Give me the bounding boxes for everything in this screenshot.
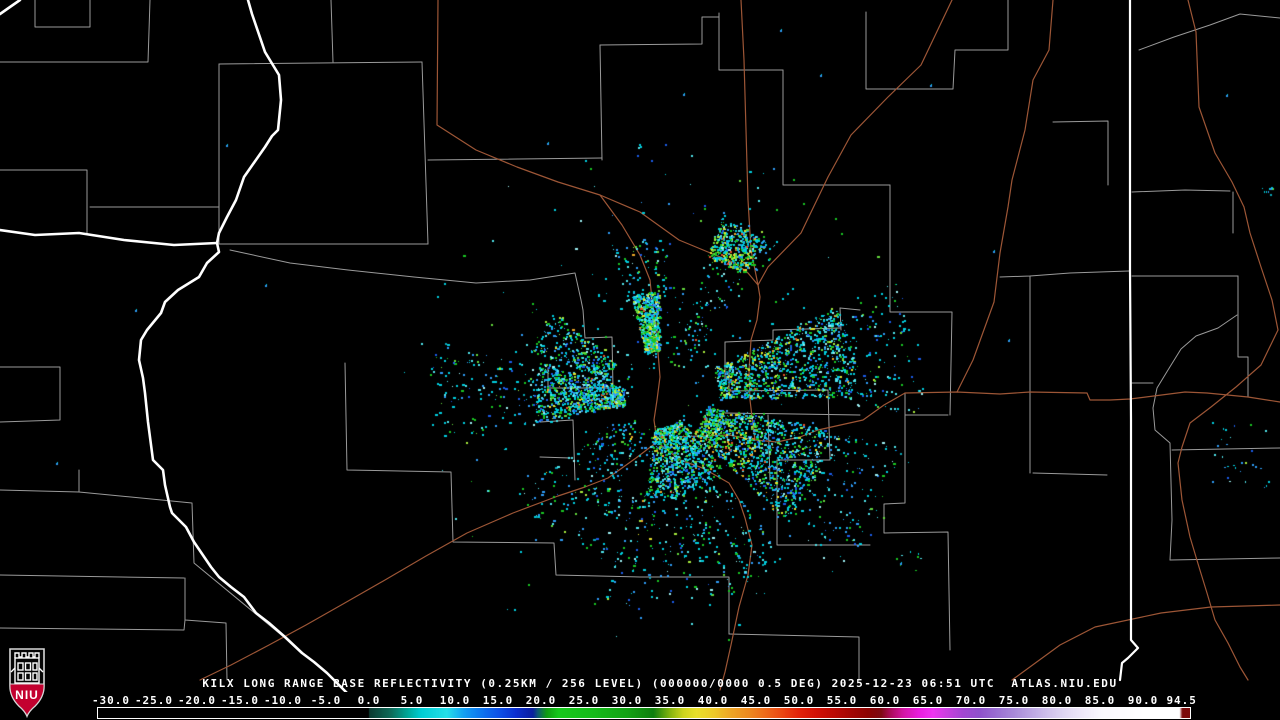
colorbar-tick-label: 94.5 [1166,694,1197,707]
colorbar-tick-label: -25.0 [134,694,174,707]
colorbar-tick-label: 5.0 [400,694,424,707]
colorbar-tick-label: -20.0 [177,694,217,707]
colorbar-tick-label: 85.0 [1084,694,1116,707]
colorbar-tick-label: 60.0 [869,694,901,707]
colorbar-tick-label: 90.0 [1127,694,1159,707]
colorbar-tick-label: 65.0 [912,694,944,707]
colorbar-strip: -30.0 -25.0 -20.0 -15.0 -10.0 -5.0 0.0 5.0 10.0 1… [0,692,1280,720]
colorbar-tick-label: 50.0 [783,694,815,707]
colorbar [97,707,1191,719]
colorbar-tick-label: 75.0 [998,694,1030,707]
colorbar-tick-label: -30.0 [91,694,131,707]
colorbar-gradient [98,708,1190,718]
colorbar-tick-label: 25.0 [568,694,600,707]
reflectivity-echoes [0,0,1280,676]
colorbar-tick-label: 30.0 [611,694,643,707]
colorbar-tick-label: 45.0 [740,694,772,707]
colorbar-tick-label: 15.0 [482,694,514,707]
colorbar-tick-label: 40.0 [697,694,729,707]
colorbar-tick-label: 20.0 [525,694,557,707]
colorbar-tick-label: 80.0 [1041,694,1073,707]
colorbar-tick-label: -10.0 [263,694,303,707]
niu-logo: NIU [9,648,45,719]
product-caption: KILX LONG RANGE BASE REFLECTIVITY (0.25K… [202,677,1118,690]
colorbar-tick-label: -15.0 [220,694,260,707]
niu-logo-text: NIU [15,688,39,702]
colorbar-tick-label: 70.0 [955,694,987,707]
colorbar-tick-label: 10.0 [439,694,471,707]
colorbar-tick-label: 0.0 [357,694,381,707]
colorbar-tick-label: -5.0 [310,694,342,707]
radar-viewer: KILX LONG RANGE BASE REFLECTIVITY (0.25K… [0,0,1280,720]
colorbar-tick-label: 55.0 [826,694,858,707]
colorbar-tick-label: 35.0 [654,694,686,707]
